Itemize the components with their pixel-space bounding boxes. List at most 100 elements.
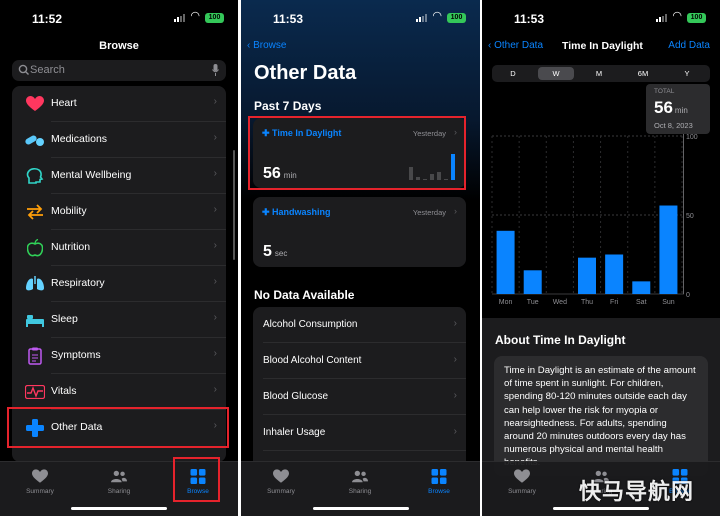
tab-label: Summary	[508, 488, 536, 495]
category-label: Medications	[51, 133, 108, 145]
bar-tue	[523, 270, 542, 294]
list-item[interactable]: Blood Glucose ›	[253, 379, 466, 415]
other-data-screen: 11:53 ◠ 100 ‹ Browse Other Data Past 7 D…	[241, 0, 480, 516]
x-tick-label: Thu	[581, 299, 593, 306]
daylight-bar-chart: 100 50 0 Mon Tue Wed Thu Fri Sat Sun	[491, 134, 698, 306]
status-time: 11:52	[32, 12, 63, 26]
battery-icon: 100	[447, 13, 466, 23]
tab-sharing[interactable]: Sharing	[330, 469, 390, 495]
category-label: Symptoms	[51, 349, 101, 361]
chevron-right-icon: ›	[213, 240, 217, 251]
tooltip-label: TOTAL	[654, 88, 675, 95]
list-item-label: Blood Glucose	[263, 391, 329, 402]
head-icon	[25, 166, 45, 186]
highlight-time-in-daylight	[248, 116, 466, 190]
home-indicator	[71, 507, 167, 510]
category-row-mobility[interactable]: Mobility ›	[12, 194, 226, 230]
category-label: Heart	[51, 97, 77, 109]
category-label: Mental Wellbeing	[51, 169, 132, 181]
chevron-right-icon: ›	[213, 348, 217, 359]
category-label: Nutrition	[51, 241, 91, 253]
bar-mon	[496, 230, 515, 294]
chevron-right-icon: ›	[213, 312, 217, 323]
x-tick-label: Tue	[527, 299, 539, 306]
chevron-right-icon: ›	[213, 276, 217, 287]
signal-icon	[416, 14, 428, 22]
highlight-other-data	[7, 407, 229, 448]
heart-icon	[273, 469, 289, 483]
heart-icon	[25, 94, 45, 114]
category-label: Respiratory	[51, 277, 105, 289]
home-indicator	[312, 507, 409, 510]
grid-icon	[431, 469, 447, 484]
tooltip-date: Oct 8, 2023	[654, 121, 693, 130]
category-row-vitals[interactable]: Vitals ›	[12, 374, 226, 410]
y-tick-label: 0	[686, 292, 690, 299]
data-card-handwashing[interactable]: ✚ Handwashing Yesterday › 5 sec	[253, 197, 466, 267]
category-row-heart[interactable]: Heart ›	[12, 86, 226, 122]
selection-line	[683, 134, 684, 294]
tab-summary[interactable]: Summary	[251, 469, 311, 495]
list-item[interactable]: Inhaler Usage ›	[253, 415, 466, 451]
microphone-icon[interactable]	[212, 64, 219, 76]
tab-label: Sharing	[348, 488, 372, 495]
wifi-icon: ◠	[432, 10, 442, 22]
tab-sharing[interactable]: Sharing	[89, 469, 149, 495]
tab-label: Summary	[267, 488, 295, 495]
back-label: Browse	[253, 40, 287, 51]
status-bar: 11:52 ◠ 100	[0, 0, 238, 34]
time-in-daylight-screen: 11:53 ◠ 100 ‹ Other Data Time In Dayligh…	[482, 0, 720, 516]
bar-thu	[578, 257, 596, 294]
chevron-right-icon: ›	[453, 318, 457, 329]
about-text: Time in Daylight is an estimate of the a…	[494, 356, 708, 476]
card-date: Yesterday	[412, 208, 446, 217]
category-label: Mobility	[51, 205, 87, 217]
back-button[interactable]: ‹ Browse	[247, 40, 286, 51]
waveform-icon	[25, 382, 45, 402]
tab-summary[interactable]: Summary	[492, 469, 552, 495]
bar-fri	[605, 254, 624, 294]
search-input[interactable]: Search	[12, 60, 226, 81]
clipboard-icon	[25, 346, 45, 366]
chevron-right-icon: ›	[213, 168, 217, 179]
category-row-symptoms[interactable]: Symptoms ›	[12, 338, 226, 374]
list-item[interactable]: Blood Alcohol Content ›	[253, 343, 466, 379]
category-row-respiratory[interactable]: Respiratory ›	[12, 266, 226, 302]
x-tick-label: Wed	[553, 299, 567, 306]
y-tick-label: 100	[686, 134, 698, 141]
heart-icon	[32, 469, 48, 483]
tab-bar: Summary Sharing Browse	[241, 461, 480, 516]
wifi-icon: ◠	[190, 10, 200, 22]
section-header-past-7-days: Past 7 Days	[254, 99, 322, 113]
tab-browse[interactable]: Browse	[409, 469, 469, 495]
category-row-sleep[interactable]: Sleep ›	[12, 302, 226, 338]
x-tick-label: Sat	[636, 299, 647, 306]
home-indicator	[553, 507, 649, 510]
category-row-mental-wellbeing[interactable]: Mental Wellbeing ›	[12, 158, 226, 194]
tab-summary[interactable]: Summary	[10, 469, 70, 495]
page-title: Browse	[99, 40, 139, 52]
category-label: Vitals	[51, 385, 77, 397]
chevron-right-icon: ›	[453, 354, 457, 365]
status-bar: 11:53 ◠ 100	[241, 0, 480, 34]
category-row-medications[interactable]: Medications ›	[12, 122, 226, 158]
people-icon	[111, 470, 127, 483]
status-time: 11:53	[273, 12, 304, 26]
list-item-label: Alcohol Consumption	[263, 319, 358, 330]
list-item-label: Blood Alcohol Content	[263, 355, 362, 366]
heart-icon	[514, 469, 530, 483]
x-tick-label: Fri	[610, 299, 619, 306]
arrows-icon	[25, 202, 45, 222]
tab-label: Sharing	[107, 488, 131, 495]
total-tooltip: TOTAL 56 min Oct 8, 2023	[646, 84, 710, 134]
list-item[interactable]: Alcohol Consumption ›	[253, 307, 466, 343]
category-label: Sleep	[51, 313, 78, 325]
highlight-browse-tab	[173, 457, 220, 502]
category-row-nutrition[interactable]: Nutrition ›	[12, 230, 226, 266]
apple-icon	[25, 238, 45, 258]
card-title: ✚ Handwashing	[262, 207, 331, 217]
chevron-right-icon: ›	[453, 390, 457, 401]
scrollbar[interactable]	[233, 150, 235, 260]
chevron-right-icon: ›	[213, 204, 217, 215]
no-data-list: Alcohol Consumption › Blood Alcohol Conte…	[253, 307, 466, 477]
